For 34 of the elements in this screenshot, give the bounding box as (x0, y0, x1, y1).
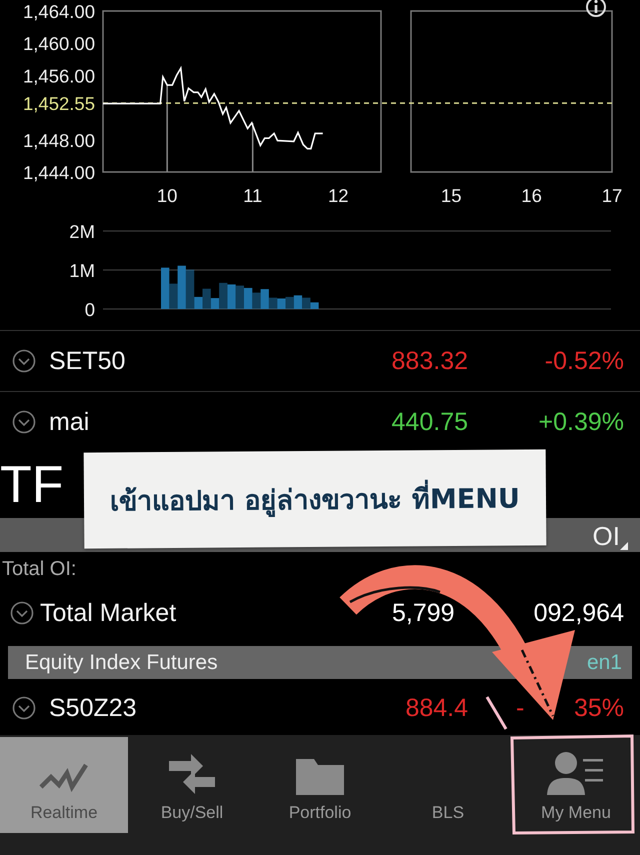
axis-label: 1,464.00 (22, 1, 95, 22)
axis-label: 12 (328, 185, 349, 205)
contract-change: 35% (574, 694, 624, 722)
axis-label: 10 (156, 185, 178, 205)
axis-label: 15 (440, 185, 462, 205)
market-name: Total Market (40, 598, 176, 628)
axis-label: 1,452.55 (22, 93, 95, 114)
contract-change: - (516, 694, 524, 722)
index-change: +0.39% (538, 408, 624, 436)
axis-label: 17 (602, 185, 622, 205)
axis-label: 11 (243, 185, 262, 205)
axis-label: 1,448.00 (22, 130, 95, 151)
axis-label: 1M (69, 260, 95, 281)
total-oi-label: Total OI: (1, 558, 78, 582)
group-tag: en1 (586, 650, 622, 674)
index-name: mai (49, 408, 90, 436)
index-value: 440.75 (392, 408, 468, 436)
index-change: -0.52% (544, 346, 624, 376)
section-title: TF (0, 455, 65, 514)
axis-label: 16 (521, 185, 542, 205)
contract-name: S50Z23 (49, 694, 137, 722)
axis-label: 1,460.00 (22, 33, 95, 54)
column-header: OI (592, 521, 620, 552)
axis-label: 1,456.00 (22, 65, 95, 86)
axis-label: 2M (69, 221, 95, 242)
market-value: 092,964 (534, 598, 624, 628)
axis-label: 0 (84, 299, 95, 320)
market-value: 5,799 (392, 598, 455, 628)
group-title: Equity Index Futures (24, 650, 218, 674)
index-name: SET50 (49, 346, 126, 376)
index-value: 883.32 (392, 346, 468, 376)
paper-note: เข้าแอปมา อยู่ล่างขวานะ ที่MENU (84, 449, 546, 549)
contract-price: 884.4 (405, 694, 468, 722)
axis-label: 1,444.00 (22, 162, 95, 183)
